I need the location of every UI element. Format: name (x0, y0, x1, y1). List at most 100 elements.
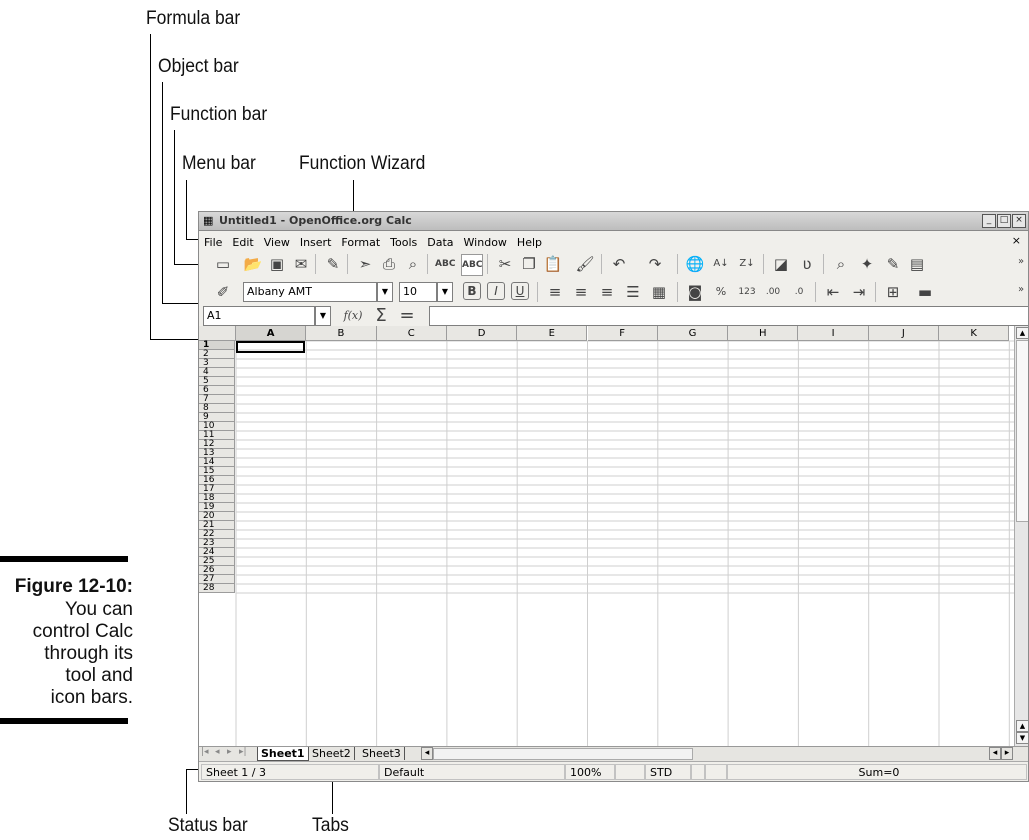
format-paintbrush-icon[interactable]: 🖌 (575, 254, 595, 274)
minimize-button[interactable]: _ (982, 214, 996, 228)
menu-insert[interactable]: Insert (295, 233, 337, 249)
column-header[interactable]: B (306, 326, 377, 341)
tab-scroll-last-icon[interactable]: ▸| (239, 747, 247, 757)
function-icon[interactable]: = (397, 306, 417, 326)
align-center-icon[interactable]: ≡ (571, 282, 591, 302)
add-decimal-icon[interactable]: .00 (763, 282, 783, 302)
tab-scroll-prev-icon[interactable]: ◂ (215, 747, 220, 757)
justify-icon[interactable]: ☰ (623, 282, 643, 302)
undo-icon[interactable]: ↶ (609, 254, 629, 274)
align-left-icon[interactable]: ≡ (545, 282, 565, 302)
paste-icon[interactable]: 📋 (543, 254, 563, 274)
close-button[interactable]: × (1012, 214, 1026, 228)
selection-mode[interactable]: STD (645, 764, 691, 780)
row-header[interactable]: 28 (199, 584, 235, 593)
tab-sheet1[interactable]: Sheet1 (257, 747, 309, 761)
export-pdf-icon[interactable]: ➣ (355, 254, 375, 274)
open-folder-icon[interactable]: 📂 (243, 254, 263, 274)
zoom-level[interactable]: 100% (565, 764, 615, 780)
column-header[interactable]: G (657, 326, 729, 341)
column-header[interactable]: C (376, 326, 447, 341)
edit-file-icon[interactable]: ✎ (323, 254, 343, 274)
page-style[interactable]: Default (379, 764, 565, 780)
tab-sheet2[interactable]: Sheet2 (309, 747, 355, 760)
scroll-down-icon[interactable]: ▼ (1016, 732, 1028, 744)
hyperlink-icon[interactable]: 🌐 (685, 254, 705, 274)
copy-icon[interactable]: ❐ (519, 254, 539, 274)
vertical-scrollbar[interactable]: ▲ ▲ ▼ (1014, 326, 1028, 746)
background-color-icon[interactable]: ▬ (915, 282, 935, 302)
toolbar-overflow-icon[interactable]: » (1011, 252, 1028, 272)
column-header[interactable]: D (446, 326, 518, 341)
column-header[interactable]: F (587, 326, 658, 341)
menu-window[interactable]: Window (459, 233, 512, 249)
input-line[interactable] (429, 306, 1028, 326)
sum-icon[interactable]: Σ (371, 306, 391, 326)
column-header[interactable]: E (517, 326, 588, 341)
column-header[interactable]: I (798, 326, 869, 341)
column-header[interactable]: H (728, 326, 799, 341)
close-document-button[interactable]: × (1007, 231, 1026, 247)
navigator-icon[interactable]: ✦ (857, 254, 877, 274)
menu-file[interactable]: File (199, 233, 227, 249)
font-name-dropdown-icon[interactable]: ▼ (377, 282, 393, 302)
draw-functions-icon[interactable]: ʋ (797, 254, 817, 274)
print-icon[interactable]: ⎙ (379, 254, 399, 274)
bold-icon[interactable]: B (463, 282, 481, 300)
spellcheck-icon[interactable]: ABC (435, 254, 455, 274)
sort-descending-icon[interactable]: Z↓ (737, 254, 757, 274)
hscroll-left-icon[interactable]: ◂ (989, 747, 1001, 760)
align-right-icon[interactable]: ≡ (597, 282, 617, 302)
tab-scroll-next-icon[interactable]: ▸ (227, 747, 232, 757)
horizontal-scrollbar[interactable] (433, 748, 693, 760)
find-replace-icon[interactable]: ⌕ (831, 254, 851, 274)
standard-format-icon[interactable]: 123 (737, 282, 757, 302)
new-document-icon[interactable]: ▭ (213, 254, 233, 274)
column-header[interactable]: J (868, 326, 939, 341)
tab-sheet3[interactable]: Sheet3 (359, 747, 405, 760)
autospellcheck-icon[interactable]: ABC (461, 254, 483, 276)
menu-data[interactable]: Data (422, 233, 458, 249)
font-size-dropdown-icon[interactable]: ▼ (437, 282, 453, 302)
redo-icon[interactable]: ↷ (645, 254, 665, 274)
menu-tools[interactable]: Tools (385, 233, 422, 249)
gallery-icon[interactable]: ✎ (883, 254, 903, 274)
email-icon[interactable]: ✉ (291, 254, 311, 274)
menu-edit[interactable]: Edit (227, 233, 258, 249)
menu-view[interactable]: View (259, 233, 295, 249)
data-sources-icon[interactable]: ▤ (907, 254, 927, 274)
decrease-indent-icon[interactable]: ⇤ (823, 282, 843, 302)
name-box-dropdown-icon[interactable]: ▼ (315, 306, 331, 326)
save-icon[interactable]: ▣ (267, 254, 287, 274)
corner-cell[interactable] (199, 326, 236, 341)
font-size-box[interactable]: 10 (399, 282, 437, 302)
menu-help[interactable]: Help (512, 233, 547, 249)
active-cell-cursor[interactable] (236, 341, 305, 353)
maximize-button[interactable]: □ (997, 214, 1011, 228)
scroll-thumb[interactable] (1016, 340, 1028, 522)
percent-icon[interactable]: % (711, 282, 731, 302)
menu-format[interactable]: Format (336, 233, 385, 249)
sort-ascending-icon[interactable]: A↓ (711, 254, 731, 274)
hscroll-right-icon[interactable]: ▸ (1001, 747, 1013, 760)
spreadsheet-grid[interactable]: ABCDEFGHIJK 1 2 3 4 5 6 7 8 9 10 11 12 13 14 15 16 17 18 1… (199, 326, 1014, 746)
name-box[interactable]: A1 (203, 306, 315, 326)
font-name-box[interactable]: Albany AMT (243, 282, 377, 302)
styles-icon[interactable]: ✐ (213, 282, 233, 302)
hscroll-left-icon[interactable]: ◂ (421, 747, 433, 760)
scroll-up-icon[interactable]: ▲ (1016, 327, 1028, 339)
cut-icon[interactable]: ✂ (495, 254, 515, 274)
tab-scroll-first-icon[interactable]: |◂ (201, 747, 209, 757)
delete-decimal-icon[interactable]: .0 (789, 282, 809, 302)
currency-icon[interactable]: ◙ (685, 282, 705, 302)
toolbar-overflow-icon[interactable]: » (1011, 280, 1028, 300)
page-preview-icon[interactable]: ⌕ (403, 254, 423, 274)
chart-icon[interactable]: ◪ (771, 254, 791, 274)
merge-cells-icon[interactable]: ▦ (649, 282, 669, 302)
underline-icon[interactable]: U (511, 282, 529, 300)
column-header[interactable]: K (939, 326, 1010, 341)
increase-indent-icon[interactable]: ⇥ (849, 282, 869, 302)
column-header[interactable]: A (236, 326, 307, 341)
function-wizard-icon[interactable]: f(x) (343, 306, 363, 326)
italic-icon[interactable]: I (487, 282, 505, 300)
